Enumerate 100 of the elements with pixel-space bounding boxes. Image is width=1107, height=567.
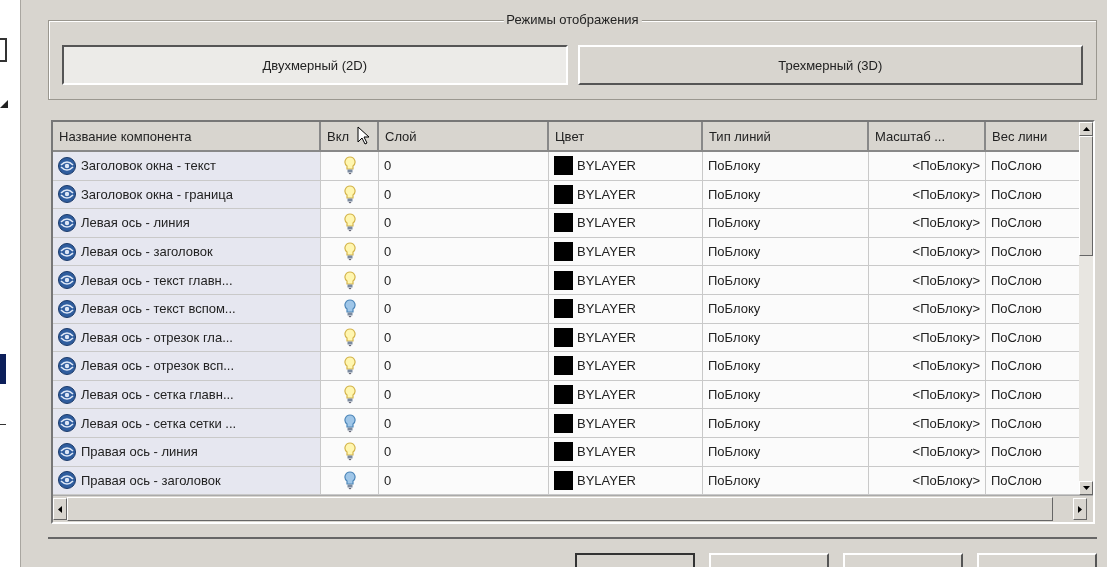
color-swatch	[554, 470, 573, 490]
linetype-cell: ПоБлоку	[708, 387, 761, 403]
linetype-cell: ПоБлоку	[708, 244, 761, 260]
color-swatch	[554, 184, 573, 204]
scale-cell: <ПоБлоку>	[912, 329, 980, 345]
right-arrow-icon[interactable]	[1078, 505, 1082, 513]
lineweight-cell: ПоСлою	[991, 472, 1042, 488]
component-name: Левая ось - линия	[81, 215, 190, 231]
unlit-bulb-icon[interactable]	[343, 470, 356, 490]
color-swatch	[554, 327, 573, 347]
color-cell: BYLAYER	[577, 358, 636, 374]
line-fragment	[0, 424, 6, 425]
component-name: Левая ось - текст главн...	[81, 272, 233, 288]
group-title: Режимы отображения	[503, 12, 642, 27]
lineweight-cell: ПоСлою	[991, 415, 1042, 431]
color-swatch	[554, 442, 573, 462]
up-arrow-icon[interactable]	[1082, 127, 1090, 131]
scale-cell: <ПоБлоку>	[912, 215, 980, 231]
column-header[interactable]: Вкл	[321, 122, 379, 152]
component-name: Правая ось - линия	[81, 444, 198, 460]
layer-cell: 0	[384, 301, 392, 317]
scale-cell: <ПоБлоку>	[912, 472, 980, 488]
lit-bulb-icon[interactable]	[343, 356, 356, 376]
bracket-icon	[0, 38, 8, 62]
lit-bulb-icon[interactable]	[343, 385, 356, 405]
color-cell: BYLAYER	[577, 387, 636, 403]
lineweight-cell: ПоСлою	[991, 158, 1042, 174]
column-header[interactable]: Тип линий	[703, 122, 869, 152]
horizontal-scrollbar[interactable]	[53, 495, 1093, 523]
down-arrow-icon[interactable]	[1082, 486, 1090, 491]
scale-cell: <ПоБлоку>	[912, 415, 980, 431]
scale-cell: <ПоБлоку>	[912, 244, 980, 260]
color-cell: BYLAYER	[577, 158, 636, 174]
layer-cell: 0	[384, 358, 392, 374]
layer-cell: 0	[384, 387, 392, 403]
color-cell: BYLAYER	[577, 415, 636, 431]
component-name: Правая ось - заголовок	[81, 472, 221, 488]
linetype-cell: ПоБлоку	[708, 472, 761, 488]
color-swatch	[554, 213, 573, 233]
scale-cell: <ПоБлоку>	[912, 387, 980, 403]
component-name: Левая ось - сетка сетки ...	[81, 415, 237, 431]
dialog-button[interactable]	[575, 553, 695, 567]
lit-bulb-icon[interactable]	[343, 184, 356, 204]
linetype-cell: ПоБлоку	[708, 215, 761, 231]
component-name: Заголовок окна - текст	[81, 158, 216, 174]
linetype-cell: ПоБлоку	[708, 158, 761, 174]
mode-button[interactable]: Трехмерный (3D)	[577, 45, 1083, 85]
lineweight-cell: ПоСлою	[991, 244, 1042, 260]
lineweight-cell: ПоСлою	[991, 358, 1042, 374]
scale-cell: <ПоБлоку>	[912, 444, 980, 460]
linetype-cell: ПоБлоку	[708, 358, 761, 374]
color-cell: BYLAYER	[577, 186, 636, 202]
component-name: Заголовок окна - граница	[81, 186, 233, 202]
lit-bulb-icon[interactable]	[343, 242, 356, 262]
scale-cell: <ПоБлоку>	[912, 158, 980, 174]
color-cell: BYLAYER	[577, 444, 636, 460]
mode-button[interactable]: Двухмерный (2D)	[62, 45, 568, 85]
color-swatch	[554, 356, 573, 376]
column-header[interactable]: Масштаб ...	[869, 122, 986, 152]
lineweight-cell: ПоСлою	[991, 186, 1042, 202]
layer-cell: 0	[384, 444, 392, 460]
color-swatch	[554, 385, 573, 405]
layer-cell: 0	[384, 158, 392, 174]
mouse-pointer-icon	[357, 126, 371, 146]
color-cell: BYLAYER	[577, 244, 636, 260]
lit-bulb-icon[interactable]	[343, 213, 356, 233]
component-name: Левая ось - текст вспом...	[81, 301, 236, 317]
column-header[interactable]: Цвет	[549, 122, 703, 152]
lineweight-cell: ПоСлою	[991, 444, 1042, 460]
lineweight-cell: ПоСлою	[991, 329, 1042, 345]
lit-bulb-icon[interactable]	[343, 270, 356, 290]
color-cell: BYLAYER	[577, 301, 636, 317]
linetype-cell: ПоБлоку	[708, 272, 761, 288]
lit-bulb-icon[interactable]	[343, 156, 356, 176]
linetype-cell: ПоБлоку	[708, 329, 761, 345]
linetype-cell: ПоБлоку	[708, 301, 761, 317]
color-swatch	[554, 299, 573, 319]
lit-bulb-icon[interactable]	[343, 327, 356, 347]
column-header[interactable]: Название компонента	[53, 122, 321, 152]
dark-bar	[0, 354, 6, 384]
color-cell: BYLAYER	[577, 272, 636, 288]
column-header[interactable]: Слой	[379, 122, 549, 152]
arrow-icon	[0, 100, 8, 108]
color-swatch	[554, 242, 573, 262]
layer-cell: 0	[384, 329, 392, 345]
scale-cell: <ПоБлоку>	[912, 301, 980, 317]
unlit-bulb-icon[interactable]	[343, 299, 356, 319]
scale-cell: <ПоБлоку>	[912, 186, 980, 202]
left-arrow-icon[interactable]	[58, 505, 62, 513]
lineweight-cell: ПоСлою	[991, 215, 1042, 231]
color-cell: BYLAYER	[577, 329, 636, 345]
unlit-bulb-icon[interactable]	[343, 413, 356, 433]
linetype-cell: ПоБлоку	[708, 186, 761, 202]
color-cell: BYLAYER	[577, 472, 636, 488]
lit-bulb-icon[interactable]	[343, 442, 356, 462]
layer-cell: 0	[384, 215, 392, 231]
vertical-scrollbar[interactable]	[1079, 122, 1093, 496]
layer-cell: 0	[384, 244, 392, 260]
component-name: Левая ось - отрезок всп...	[81, 358, 234, 374]
layer-cell: 0	[384, 186, 392, 202]
